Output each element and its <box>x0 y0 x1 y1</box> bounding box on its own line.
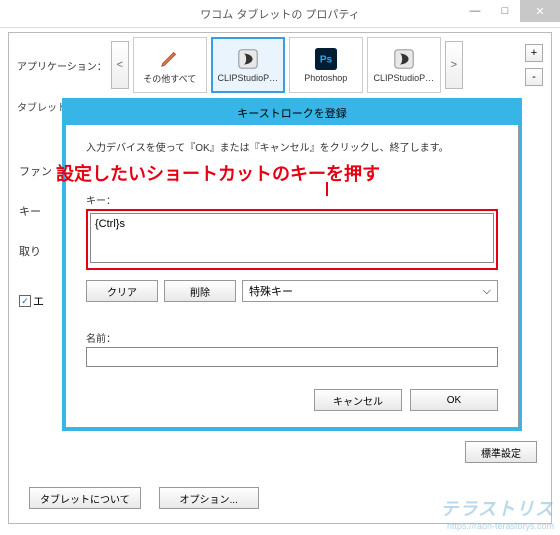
app-add-button[interactable]: + <box>525 44 543 62</box>
special-key-select[interactable]: 特殊キー ⌵ <box>242 280 498 302</box>
about-tablet-button[interactable]: タブレットについて <box>29 487 141 509</box>
app-prev-button[interactable]: < <box>111 41 129 89</box>
name-input[interactable] <box>86 347 498 367</box>
app-label-text: Photoshop <box>292 73 360 83</box>
clip-icon <box>236 47 260 71</box>
delete-button[interactable]: 削除 <box>164 280 236 302</box>
default-settings-button[interactable]: 標準設定 <box>465 441 537 463</box>
app-label-text: その他すべて <box>136 72 204 85</box>
key-input-highlight: {Ctrl}s <box>86 209 498 270</box>
application-label: アプリケーション： <box>17 58 107 73</box>
options-button[interactable]: オプション... <box>159 487 259 509</box>
window-title: ワコム タブレットの プロパティ <box>200 6 359 22</box>
app-item-other[interactable]: その他すべて <box>133 37 207 93</box>
application-row: アプリケーション： < その他すべて CLIPStudioP… Ps Photo… <box>9 33 551 95</box>
side-label-key: キー <box>19 203 52 219</box>
clear-button[interactable]: クリア <box>86 280 158 302</box>
checkbox-label: エ <box>33 293 44 309</box>
name-label: 名前： <box>86 330 498 345</box>
photoshop-icon: Ps <box>314 47 338 71</box>
annotation-line <box>326 182 328 196</box>
checkbox-row: ✓ エ <box>19 293 44 309</box>
svg-text:Ps: Ps <box>320 55 333 66</box>
ok-button[interactable]: OK <box>410 389 498 411</box>
minimize-button[interactable]: — <box>460 0 490 22</box>
chevron-down-icon: ⌵ <box>483 285 491 298</box>
app-item-clip1[interactable]: CLIPStudioP… <box>211 37 285 93</box>
side-labels: ファン キー 取り <box>19 163 52 259</box>
app-item-ps[interactable]: Ps Photoshop <box>289 37 363 93</box>
app-item-clip2[interactable]: CLIPStudioP… <box>367 37 441 93</box>
key-input[interactable]: {Ctrl}s <box>90 213 494 263</box>
keystroke-dialog: キーストロークを登録 入力デバイスを使って『OK』または『キャンセル』をクリック… <box>62 98 522 431</box>
app-remove-button[interactable]: - <box>525 68 543 86</box>
pencil-icon <box>158 46 182 70</box>
cancel-button[interactable]: キャンセル <box>314 389 402 411</box>
dialog-instruction: 入力デバイスを使って『OK』または『キャンセル』をクリックし、終了します。 <box>86 139 498 154</box>
dialog-title: キーストロークを登録 <box>65 101 519 125</box>
app-label-text: CLIPStudioP… <box>214 73 282 83</box>
side-label-fun: ファン <box>19 163 52 179</box>
window-controls: — □ ✕ <box>460 0 560 22</box>
app-next-button[interactable]: > <box>445 41 463 89</box>
side-label-drop: 取り <box>19 243 52 259</box>
clip-icon <box>392 47 416 71</box>
special-key-label: 特殊キー <box>249 283 293 299</box>
maximize-button[interactable]: □ <box>490 0 520 22</box>
app-label-text: CLIPStudioP… <box>370 73 438 83</box>
close-button[interactable]: ✕ <box>520 0 560 22</box>
titlebar: ワコム タブレットの プロパティ — □ ✕ <box>0 0 560 28</box>
annotation-text: 設定したいショートカットのキーを押す <box>56 160 380 186</box>
key-label: キー： <box>86 192 498 207</box>
checkbox[interactable]: ✓ <box>19 295 31 307</box>
